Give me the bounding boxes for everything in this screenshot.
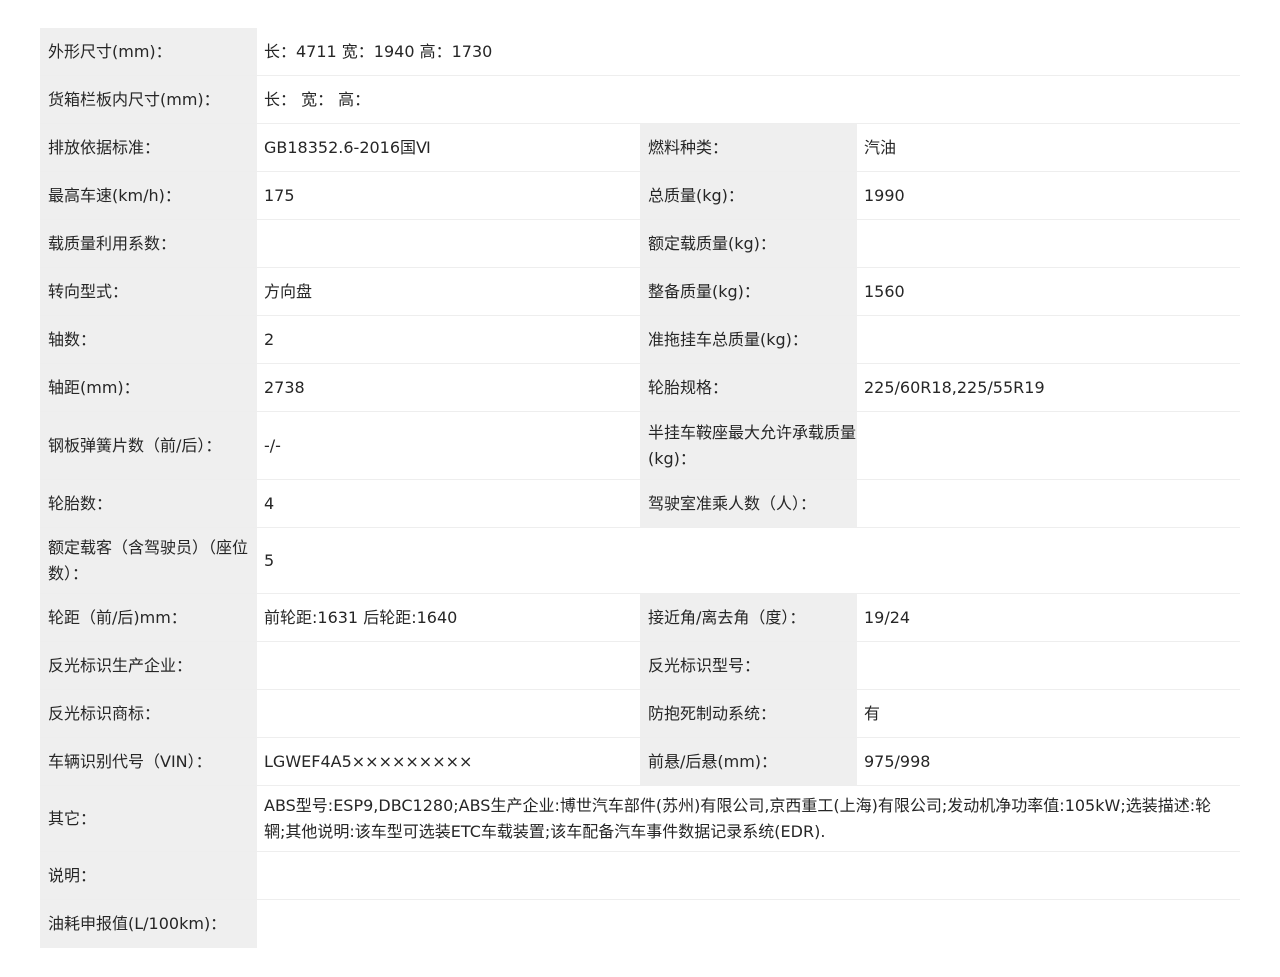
field-value: [857, 642, 1240, 689]
field-value: ABS型号:ESP9,DBC1280;ABS生产企业:博世汽车部件(苏州)有限公…: [257, 786, 1240, 851]
field-value: 225/60R18,225/55R19: [857, 364, 1240, 411]
field-value: 前轮距:1631 后轮距:1640: [257, 594, 640, 641]
field-value: [257, 642, 640, 689]
table-row: 转向型式： 方向盘 整备质量(kg)： 1560: [40, 268, 1240, 316]
field-label: 防抱死制动系统：: [640, 690, 857, 737]
table-row: 轴距(mm)： 2738 轮胎规格： 225/60R18,225/55R19: [40, 364, 1240, 412]
field-label: 其它：: [40, 786, 257, 851]
field-label: 排放依据标准：: [40, 124, 257, 171]
field-label: 说明：: [40, 852, 257, 899]
table-row: 载质量利用系数： 额定载质量(kg)：: [40, 220, 1240, 268]
table-row: 车辆识别代号（VIN）： LGWEF4A5××××××××× 前悬/后悬(mm)…: [40, 738, 1240, 786]
field-value: [257, 690, 640, 737]
field-label: 总质量(kg)：: [640, 172, 857, 219]
field-value: 汽油: [857, 124, 1240, 171]
field-label: 油耗申报值(L/100km)：: [40, 900, 257, 948]
field-value: [857, 220, 1240, 267]
table-row: 说明：: [40, 852, 1240, 900]
field-value: -/-: [257, 412, 640, 479]
field-value: 2: [257, 316, 640, 363]
table-row: 额定载客（含驾驶员）（座位数）： 5: [40, 528, 1240, 594]
field-value: [257, 900, 1240, 948]
field-label: 额定载质量(kg)：: [640, 220, 857, 267]
table-row: 排放依据标准： GB18352.6-2016国Ⅵ 燃料种类： 汽油: [40, 124, 1240, 172]
field-label: 转向型式：: [40, 268, 257, 315]
field-label: 车辆识别代号（VIN）：: [40, 738, 257, 785]
table-row: 钢板弹簧片数（前/后）： -/- 半挂车鞍座最大允许承载质量(kg)：: [40, 412, 1240, 480]
field-label: 轮距（前/后)mm：: [40, 594, 257, 641]
field-value: 5: [257, 528, 1240, 593]
field-label: 轴数：: [40, 316, 257, 363]
field-value: GB18352.6-2016国Ⅵ: [257, 124, 640, 171]
field-value: [857, 480, 1240, 527]
table-row: 最高车速(km/h)： 175 总质量(kg)： 1990: [40, 172, 1240, 220]
field-value: 有: [857, 690, 1240, 737]
field-label: 驾驶室准乘人数（人）：: [640, 480, 857, 527]
table-row: 轮胎数： 4 驾驶室准乘人数（人）：: [40, 480, 1240, 528]
field-label-text: 半挂车鞍座最大允许承载质量(kg)：: [648, 422, 857, 468]
field-value: [257, 220, 640, 267]
field-label: 轮胎数：: [40, 480, 257, 527]
field-label: 货箱栏板内尺寸(mm)：: [40, 76, 257, 123]
field-value: 1990: [857, 172, 1240, 219]
table-row: 反光标识生产企业： 反光标识型号：: [40, 642, 1240, 690]
field-label: 半挂车鞍座最大允许承载质量(kg)：: [640, 412, 857, 479]
field-label: 额定载客（含驾驶员）（座位数）：: [40, 528, 257, 593]
field-value: 175: [257, 172, 640, 219]
table-row: 轮距（前/后)mm： 前轮距:1631 后轮距:1640 接近角/离去角（度）：…: [40, 594, 1240, 642]
table-row: 外形尺寸(mm)： 长：4711 宽：1940 高：1730: [40, 28, 1240, 76]
field-value: 975/998: [857, 738, 1240, 785]
field-value: [857, 316, 1240, 363]
field-label: 反光标识型号：: [640, 642, 857, 689]
field-value: [857, 412, 1240, 479]
field-value: 19/24: [857, 594, 1240, 641]
field-label: 接近角/离去角（度）：: [640, 594, 857, 641]
field-value: 方向盘: [257, 268, 640, 315]
field-label: 轴距(mm)：: [40, 364, 257, 411]
field-label: 轮胎规格：: [640, 364, 857, 411]
field-label: 外形尺寸(mm)：: [40, 28, 257, 75]
field-value-text: ABS型号:ESP9,DBC1280;ABS生产企业:博世汽车部件(苏州)有限公…: [264, 795, 1212, 841]
field-label: 最高车速(km/h)：: [40, 172, 257, 219]
field-value: 长： 宽： 高：: [257, 76, 1240, 123]
field-value: 4: [257, 480, 640, 527]
field-label-text: 额定载客（含驾驶员）（座位数）：: [48, 537, 249, 583]
field-value: 2738: [257, 364, 640, 411]
field-label: 燃料种类：: [640, 124, 857, 171]
table-row: 油耗申报值(L/100km)：: [40, 900, 1240, 948]
field-value: LGWEF4A5×××××××××: [257, 738, 640, 785]
table-row: 轴数： 2 准拖挂车总质量(kg)：: [40, 316, 1240, 364]
table-row: 货箱栏板内尺寸(mm)： 长： 宽： 高：: [40, 76, 1240, 124]
table-row: 反光标识商标： 防抱死制动系统： 有: [40, 690, 1240, 738]
field-value: 1560: [857, 268, 1240, 315]
field-value: 长：4711 宽：1940 高：1730: [257, 28, 1240, 75]
field-label: 整备质量(kg)：: [640, 268, 857, 315]
field-value: [257, 852, 1240, 899]
field-label: 反光标识生产企业：: [40, 642, 257, 689]
field-label: 反光标识商标：: [40, 690, 257, 737]
field-label: 钢板弹簧片数（前/后）：: [40, 412, 257, 479]
field-label: 准拖挂车总质量(kg)：: [640, 316, 857, 363]
field-label: 前悬/后悬(mm)：: [640, 738, 857, 785]
table-row: 其它： ABS型号:ESP9,DBC1280;ABS生产企业:博世汽车部件(苏州…: [40, 786, 1240, 852]
field-label: 载质量利用系数：: [40, 220, 257, 267]
vehicle-spec-table: 外形尺寸(mm)： 长：4711 宽：1940 高：1730 货箱栏板内尺寸(m…: [40, 28, 1240, 948]
